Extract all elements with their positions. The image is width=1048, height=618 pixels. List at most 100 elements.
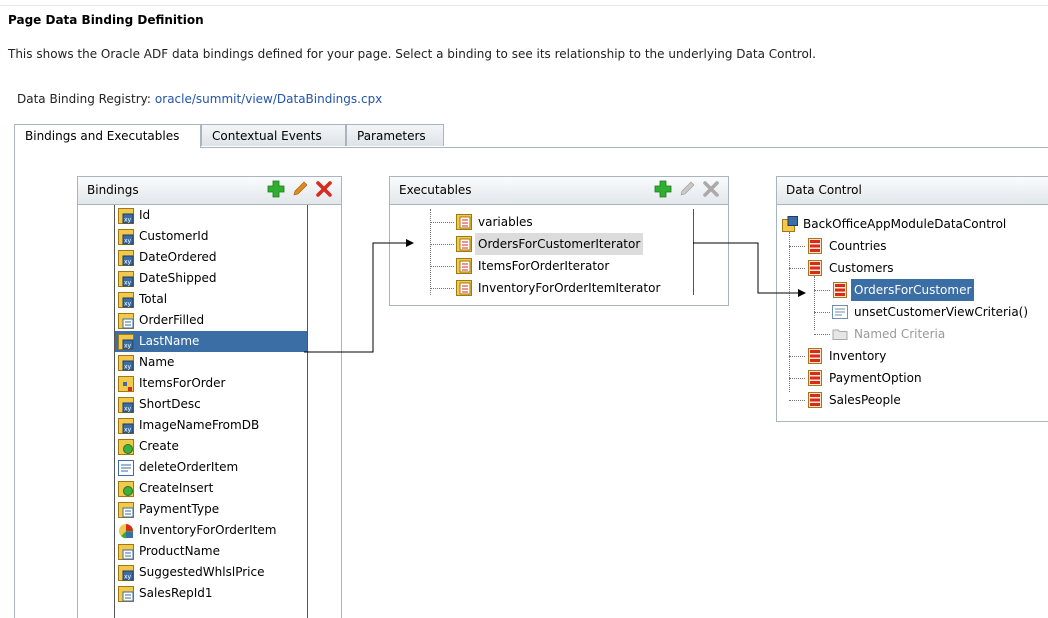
tree-connector (789, 378, 805, 379)
binding-item-customer-id[interactable]: xy CustomerId (115, 226, 307, 247)
bindings-title: Bindings (87, 183, 139, 197)
bindings-list: xy Id xy CustomerId xy DateOrdered xy DateShipp… (114, 205, 308, 618)
binding-item-order-filled[interactable]: OrderFilled (115, 310, 307, 331)
data-control-item-unset-customer-view-criteria[interactable]: unsetCustomerViewCriteria() (777, 301, 1048, 323)
delete-icon[interactable] (315, 180, 333, 198)
binding-item-label: CreateInsert (139, 481, 214, 495)
top-divider (0, 5, 1048, 6)
binding-item-total[interactable]: xy Total (115, 289, 307, 310)
add-icon[interactable] (267, 180, 285, 198)
data-control-item-sales-people[interactable]: SalesPeople (777, 389, 1048, 411)
binding-item-label: OrderFilled (139, 313, 205, 327)
binding-item-suggested-whlsl-price[interactable]: xy SuggestedWhlslPrice (115, 562, 307, 583)
tab-bindings-and-executables[interactable]: Bindings and Executables (14, 124, 201, 148)
page-description: This shows the Oracle ADF data bindings … (8, 47, 816, 61)
svg-text:xy: xy (124, 259, 132, 266)
edit-pencil-icon[interactable] (678, 180, 696, 198)
svg-text:xy: xy (124, 427, 132, 434)
bindings-header: Bindings (78, 177, 341, 205)
data-control-root[interactable]: BackOfficeAppModuleDataControl (777, 213, 1048, 235)
data-control-icon (782, 216, 798, 232)
executables-title: Executables (399, 183, 472, 197)
tab-parameters[interactable]: Parameters (346, 124, 444, 146)
collection-icon (807, 238, 823, 254)
tree-right-border (693, 209, 694, 295)
tree-connector (814, 334, 830, 335)
svg-text:xy: xy (124, 343, 132, 350)
data-control-item-label: SalesPeople (829, 393, 901, 407)
data-control-panel: Data Control BackOfficeAppModuleDataCont… (776, 176, 1048, 422)
executable-item-label: ItemsForOrderIterator (478, 259, 610, 273)
binding-item-label: Id (139, 208, 151, 222)
tree-connector (430, 244, 454, 245)
tree-connector (789, 268, 805, 269)
add-icon[interactable] (654, 180, 672, 198)
iterator-icon (456, 214, 472, 230)
binding-item-label: DateShipped (139, 271, 217, 285)
bindings-panel: Bindings xy Id xy CustomerId xy DateOrdered xy… (77, 176, 342, 618)
binding-item-name[interactable]: xy Name (115, 352, 307, 373)
collection-icon (807, 260, 823, 276)
binding-item-items-for-order[interactable]: ItemsForOrder (115, 373, 307, 394)
binding-item-label: Total (139, 292, 168, 306)
svg-text:xy: xy (124, 238, 132, 245)
iterator-icon (456, 258, 472, 274)
collection-icon (807, 348, 823, 364)
svg-text:xy: xy (124, 280, 132, 287)
binding-item-create[interactable]: Create (115, 436, 307, 457)
binding-item-date-shipped[interactable]: xy DateShipped (115, 268, 307, 289)
binding-item-label: ShortDesc (139, 397, 201, 411)
svg-text:xy: xy (124, 364, 132, 371)
data-control-item-payment-option[interactable]: PaymentOption (777, 367, 1048, 389)
executable-item-orders-for-customer-iterator[interactable]: OrdersForCustomerIterator (390, 233, 728, 255)
executable-item-inventory-for-order-item-iterator[interactable]: InventoryForOrderItemIterator (390, 277, 728, 299)
registry-line: Data Binding Registry: oracle/summit/view… (17, 92, 382, 106)
data-control-item-label: OrdersForCustomer (851, 279, 975, 301)
executable-item-variables[interactable]: variables (390, 211, 728, 233)
binding-item-inventory-for-order-item[interactable]: InventoryForOrderItem (115, 520, 307, 541)
attribute-binding-icon: xy (118, 271, 134, 287)
data-control-item-label: Named Criteria (854, 327, 946, 341)
attribute-binding-icon: xy (118, 397, 134, 413)
data-control-item-inventory[interactable]: Inventory (777, 345, 1048, 367)
list-binding-icon (118, 586, 134, 602)
tree-connector (430, 222, 454, 223)
executable-item-label: variables (478, 215, 533, 229)
collection-icon (832, 282, 848, 298)
data-control-item-countries[interactable]: Countries (777, 235, 1048, 257)
binding-item-delete-order-item[interactable]: deleteOrderItem (115, 457, 307, 478)
attribute-binding-icon: xy (118, 292, 134, 308)
registry-link[interactable]: oracle/summit/view/DataBindings.cpx (155, 92, 382, 106)
data-control-item-customers[interactable]: Customers (777, 257, 1048, 279)
binding-item-label: CustomerId (139, 229, 209, 243)
list-binding-icon (118, 502, 134, 518)
folder-icon (832, 326, 848, 342)
binding-item-label: InventoryForOrderItem (139, 523, 277, 537)
list-binding-icon (118, 544, 134, 560)
data-control-item-orders-for-customer[interactable]: OrdersForCustomer (777, 279, 1048, 301)
tab-contextual-events[interactable]: Contextual Events (201, 124, 346, 146)
binding-item-short-desc[interactable]: xy ShortDesc (115, 394, 307, 415)
binding-item-label: SalesRepId1 (139, 586, 213, 600)
binding-item-image-name-from-db[interactable]: xy ImageNameFromDB (115, 415, 307, 436)
binding-item-last-name[interactable]: xy LastName (115, 331, 307, 352)
attribute-binding-icon: xy (118, 208, 134, 224)
binding-item-date-ordered[interactable]: xy DateOrdered (115, 247, 307, 268)
executables-panel: Executables variables OrdersForCustomerIt… (389, 176, 729, 306)
binding-item-sales-rep-id1[interactable]: SalesRepId1 (115, 583, 307, 604)
edit-pencil-icon[interactable] (291, 180, 309, 198)
binding-item-product-name[interactable]: ProductName (115, 541, 307, 562)
executable-item-items-for-order-iterator[interactable]: ItemsForOrderIterator (390, 255, 728, 277)
delete-icon[interactable] (702, 180, 720, 198)
data-control-root-label: BackOfficeAppModuleDataControl (803, 217, 1007, 231)
page-title: Page Data Binding Definition (8, 13, 204, 27)
binding-item-payment-type[interactable]: PaymentType (115, 499, 307, 520)
svg-text:xy: xy (124, 217, 132, 224)
method-binding-icon (118, 460, 134, 476)
tree-binding-icon (118, 376, 134, 392)
data-control-item-named-criteria[interactable]: Named Criteria (777, 323, 1048, 345)
binding-item-create-insert[interactable]: CreateInsert (115, 478, 307, 499)
tab-content-left-border (14, 147, 15, 618)
action-binding-icon (118, 481, 134, 497)
binding-item-id[interactable]: xy Id (115, 205, 307, 226)
